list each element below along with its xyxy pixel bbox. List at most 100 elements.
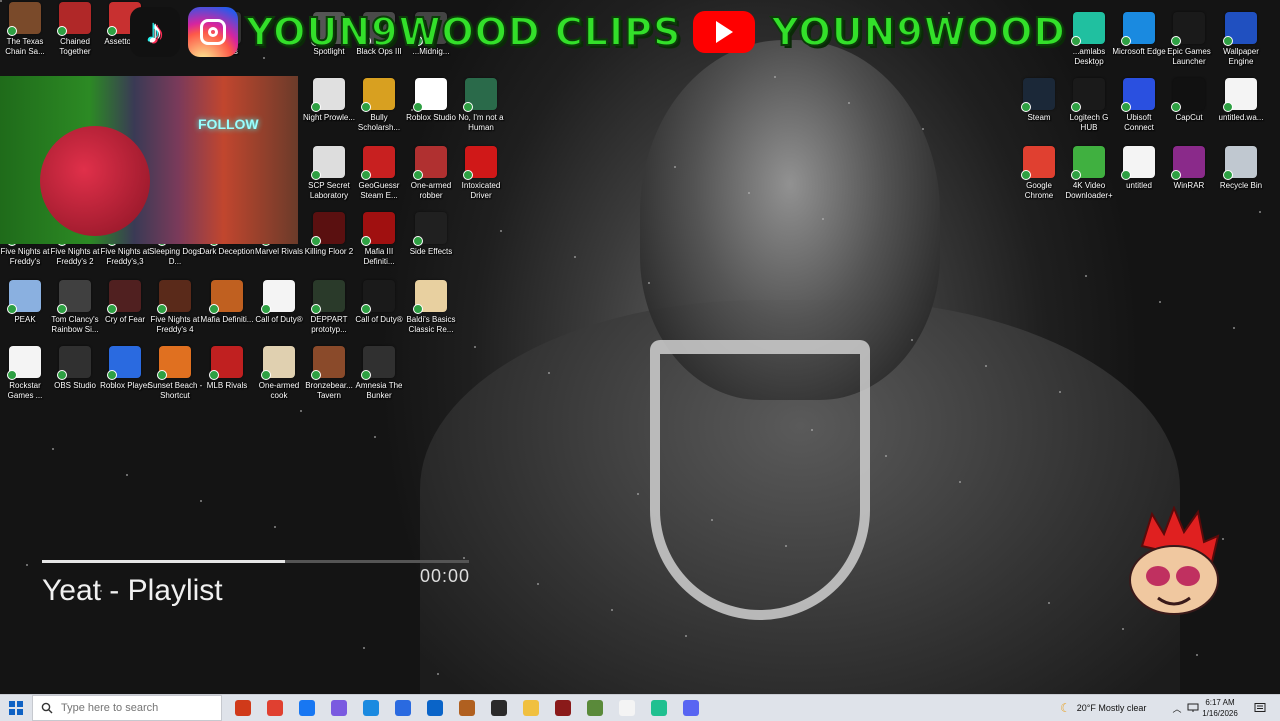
desktop-icon[interactable]: PEAK — [0, 278, 50, 348]
desktop-icon[interactable]: Mafia III Definiti... — [354, 210, 404, 280]
app-icon — [1223, 78, 1257, 112]
desktop-icon[interactable]: Night Prowle... — [303, 76, 355, 146]
taskbar-clock[interactable]: 6:17 AM 1/16/2026 — [1200, 697, 1240, 719]
taskbar-app-button[interactable] — [292, 695, 322, 721]
taskbar-app-button[interactable] — [324, 695, 354, 721]
desktop-icon[interactable]: Cry of Fear — [100, 278, 150, 348]
star — [922, 128, 924, 130]
facebook-app-icon — [299, 700, 315, 716]
desktop-icon[interactable]: SCP Secret Laboratory — [304, 144, 354, 214]
desktop-icon-label: Tom Clancy's Rainbow Si... — [51, 315, 99, 334]
taskbar-app-button[interactable] — [260, 695, 290, 721]
desktop-icon[interactable]: Baldi's Basics Classic Re... — [406, 278, 456, 348]
desktop-icon[interactable]: Roblox Studio — [406, 76, 456, 146]
search-input[interactable] — [59, 701, 173, 715]
desktop-icon[interactable]: Intoxicated Driver — [456, 144, 506, 214]
desktop-icon[interactable]: Ubisoft Connect — [1114, 76, 1164, 146]
desktop-icon[interactable]: GeoGuessr Steam E... — [354, 144, 404, 214]
desktop-icon[interactable]: Sunset Beach - Shortcut — [148, 344, 202, 414]
taskbar-app-button[interactable] — [612, 695, 642, 721]
taskbar-app-button[interactable] — [356, 695, 386, 721]
desktop-icon-label: Call of Duty® — [255, 315, 303, 324]
desktop-icon-label: The Texas Chain Sa... — [5, 37, 45, 56]
weather-icon: ☾ — [1060, 701, 1071, 715]
star — [674, 166, 676, 168]
desktop-icon[interactable]: The Texas Chain Sa... — [0, 0, 50, 70]
app-icon — [311, 212, 345, 246]
desktop-icon[interactable]: Roblox Player — [100, 344, 150, 414]
taskbar-app-button[interactable] — [420, 695, 450, 721]
game-app-2-icon — [491, 700, 507, 716]
taskbar-app-button[interactable] — [484, 695, 514, 721]
desktop-icon[interactable]: Logitech G HUB — [1064, 76, 1114, 146]
desktop-icon-label: Logitech G HUB — [1069, 113, 1109, 132]
app-icon — [1171, 78, 1205, 112]
desktop-icon[interactable]: No, I'm not a Human — [456, 76, 506, 146]
desktop-icon-label: Five Nights at Freddy's 4 — [150, 315, 200, 334]
minecraft-app-icon — [587, 700, 603, 716]
app-icon — [361, 346, 395, 380]
taskbar-search[interactable] — [32, 695, 222, 721]
desktop-icon[interactable]: Side Effects — [406, 210, 456, 280]
desktop-icon[interactable]: Steam — [1014, 76, 1064, 146]
taskbar-app-button[interactable] — [548, 695, 578, 721]
desktop-icon[interactable]: Amnesia The Bunker — [354, 344, 404, 414]
desktop-icon-label: Epic Games Launcher — [1167, 47, 1211, 66]
desktop-icon[interactable]: Recycle Bin — [1216, 144, 1266, 214]
search-icon — [41, 702, 53, 714]
desktop-icon[interactable]: One-armed cook — [254, 344, 304, 414]
notifications-button[interactable] — [1250, 695, 1270, 721]
star — [774, 76, 776, 78]
desktop-icon[interactable]: Call of Duty® — [254, 278, 304, 348]
star — [1159, 301, 1161, 303]
taskbar-app-button[interactable] — [228, 695, 258, 721]
desktop-icon-label: Marvel Rivals — [254, 247, 303, 256]
desktop-icon[interactable]: OBS Studio — [50, 344, 100, 414]
app-icon — [311, 146, 345, 180]
desktop-icon[interactable]: DEPPART prototyp... — [304, 278, 354, 348]
desktop-icon[interactable]: CapCut — [1164, 76, 1214, 146]
desktop-icon[interactable]: Chained Together — [50, 0, 100, 70]
star — [1233, 327, 1235, 329]
desktop-icon[interactable]: Mafia Definiti... — [201, 278, 253, 348]
tray-chevron-up-icon[interactable]: ︿ — [1170, 695, 1184, 721]
desktop-icon[interactable]: Tom Clancy's Rainbow Si... — [50, 278, 100, 348]
desktop-icon[interactable]: Wallpaper Engine — [1216, 10, 1266, 80]
star — [637, 493, 639, 495]
desktop-icon[interactable]: Microsoft Edge — [1112, 10, 1166, 80]
taskbar-app-button[interactable] — [452, 695, 482, 721]
desktop-icon[interactable]: Five Nights at Freddy's 4 — [150, 278, 200, 348]
desktop-icon[interactable]: untitled — [1114, 144, 1164, 214]
desktop-icon-label: Bronzebear... Tavern — [305, 381, 353, 400]
start-button[interactable] — [4, 695, 28, 721]
desktop-icon-label: Mafia III Definiti... — [363, 247, 395, 266]
desktop-icon[interactable]: WinRAR — [1164, 144, 1214, 214]
taskbar-app-button[interactable] — [676, 695, 706, 721]
desktop-icon[interactable]: Call of Duty® — [354, 278, 404, 348]
desktop-icon[interactable]: Killing Floor 2 — [304, 210, 354, 280]
desktop-icon[interactable]: untitled.wa... — [1216, 76, 1266, 146]
desktop-icon-label: Five Nights at Freddy's 2 — [50, 247, 100, 266]
desktop-icon-label: CapCut — [1175, 113, 1203, 122]
desktop-icon[interactable]: Rockstar Games ... — [0, 344, 50, 414]
desktop-icon[interactable]: Bully Scholarsh... — [354, 76, 404, 146]
desktop-icon[interactable]: Epic Games Launcher — [1164, 10, 1214, 80]
taskbar-app-button[interactable] — [644, 695, 674, 721]
desktop-icon-label: Roblox Studio — [406, 113, 456, 122]
player-progress-bar[interactable] — [42, 560, 469, 563]
desktop-icon[interactable]: Bronzebear... Tavern — [304, 344, 354, 414]
game-app-3-icon — [555, 700, 571, 716]
taskbar-app-button[interactable] — [388, 695, 418, 721]
desktop-icon[interactable]: 4K Video Downloader+ — [1064, 144, 1114, 214]
desktop-icon[interactable]: One-armed robber — [406, 144, 456, 214]
outlook-app-icon — [427, 700, 443, 716]
star — [374, 436, 376, 438]
taskbar-app-button[interactable] — [580, 695, 610, 721]
desktop-icon[interactable]: Google Chrome — [1014, 144, 1064, 214]
desktop-icon[interactable]: MLB Rivals — [202, 344, 252, 414]
star — [785, 545, 787, 547]
taskbar-app-button[interactable] — [516, 695, 546, 721]
app-icon — [361, 146, 395, 180]
desktop-icon-label: GeoGuessr Steam E... — [358, 181, 400, 200]
network-icon[interactable] — [1186, 695, 1200, 721]
